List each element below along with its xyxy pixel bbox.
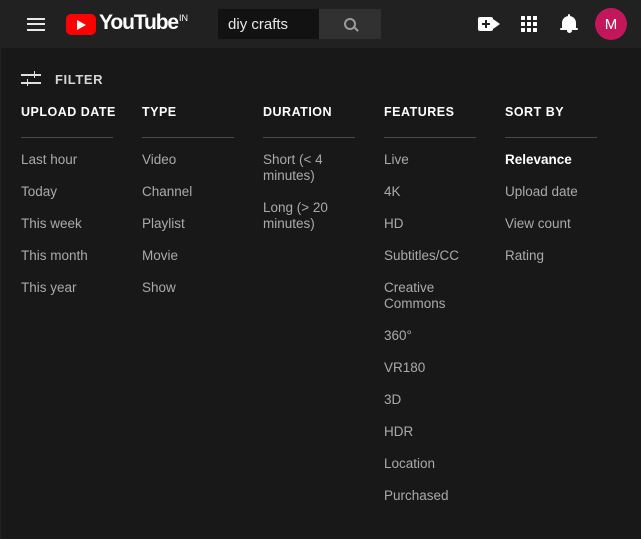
- filter-group-features: FEATURES Live 4K HD Subtitles/CC Creative Com…: [384, 104, 505, 520]
- filter-option-movie[interactable]: Movie: [142, 248, 234, 264]
- create-video-button[interactable]: [469, 4, 509, 44]
- filter-option-this-year[interactable]: This year: [21, 280, 113, 296]
- filter-group-duration: DURATION Short (< 4 minutes) Long (> 20 mi…: [263, 104, 384, 520]
- filter-option-short-4-minutes[interactable]: Short (< 4 minutes): [263, 152, 355, 184]
- search-form: diy crafts: [218, 9, 382, 39]
- filter-group-title: TYPE: [142, 105, 177, 119]
- youtube-country-code: IN: [179, 13, 189, 23]
- filter-option-rating[interactable]: Rating: [505, 248, 597, 264]
- bell-icon: [560, 14, 578, 34]
- masthead: YouTube IN diy crafts M: [0, 0, 641, 48]
- guide-menu-button[interactable]: [16, 4, 56, 44]
- filter-option-today[interactable]: Today: [21, 184, 113, 200]
- apps-grid-icon: [521, 16, 537, 32]
- filter-option-live[interactable]: Live: [384, 152, 476, 168]
- notifications-button[interactable]: [549, 4, 589, 44]
- filter-option-purchased[interactable]: Purchased: [384, 488, 476, 504]
- filter-group-divider: [384, 137, 476, 138]
- filter-toggle-label: FILTER: [55, 71, 104, 87]
- filter-option-creative-commons[interactable]: Creative Commons: [384, 280, 476, 312]
- filter-option-this-month[interactable]: This month: [21, 248, 113, 264]
- filter-option-4k[interactable]: 4K: [384, 184, 476, 200]
- filter-toggle-button[interactable]: FILTER: [1, 48, 121, 88]
- filter-option-long-20-minutes[interactable]: Long (> 20 minutes): [263, 200, 355, 232]
- filter-group-title: SORT BY: [505, 105, 565, 119]
- filter-group-sort-by: SORT BY Relevance Upload date View count Rat…: [505, 104, 626, 520]
- filter-group-divider: [505, 137, 597, 138]
- youtube-play-icon: [66, 14, 96, 35]
- filter-option-last-hour[interactable]: Last hour: [21, 152, 113, 168]
- filter-group-upload-date: UPLOAD DATE Last hour Today This week This m…: [21, 104, 142, 520]
- search-input[interactable]: diy crafts: [218, 9, 320, 39]
- search-filter-panel: FILTER UPLOAD DATE Last hour Today This wee…: [0, 48, 641, 539]
- avatar[interactable]: M: [595, 8, 627, 40]
- filter-group-divider: [142, 137, 234, 138]
- filter-option-hdr[interactable]: HDR: [384, 424, 476, 440]
- filter-option-subtitles-cc[interactable]: Subtitles/CC: [384, 248, 476, 264]
- search-input-value: diy crafts: [228, 15, 289, 33]
- youtube-wordmark: YouTube: [99, 11, 179, 34]
- search-submit-button[interactable]: [319, 9, 382, 39]
- filter-option-channel[interactable]: Channel: [142, 184, 234, 200]
- youtube-apps-button[interactable]: [509, 4, 549, 44]
- filter-group-title: DURATION: [263, 105, 333, 119]
- video-camera-plus-icon: [478, 17, 500, 31]
- filter-option-playlist[interactable]: Playlist: [142, 216, 234, 232]
- filter-group-divider: [21, 137, 113, 138]
- filter-option-upload-date[interactable]: Upload date: [505, 184, 597, 200]
- search-icon: [344, 18, 357, 30]
- filter-option-vr180[interactable]: VR180: [384, 360, 476, 376]
- filter-group-divider: [263, 137, 355, 138]
- filter-group-type: TYPE Video Channel Playlist Movie Show: [142, 104, 263, 520]
- filter-group-title: UPLOAD DATE: [21, 105, 116, 119]
- filter-group-title: FEATURES: [384, 105, 455, 119]
- filter-option-relevance[interactable]: Relevance: [505, 152, 597, 168]
- avatar-initial: M: [604, 15, 618, 33]
- youtube-logo[interactable]: YouTube IN: [66, 11, 188, 35]
- filter-option-360[interactable]: 360°: [384, 328, 476, 344]
- filter-option-show[interactable]: Show: [142, 280, 234, 296]
- filter-option-location[interactable]: Location: [384, 456, 476, 472]
- filter-tune-icon: [21, 70, 41, 88]
- filter-option-this-week[interactable]: This week: [21, 216, 113, 232]
- filter-option-3d[interactable]: 3D: [384, 392, 476, 408]
- filter-option-view-count[interactable]: View count: [505, 216, 597, 232]
- filter-option-hd[interactable]: HD: [384, 216, 476, 232]
- hamburger-menu-icon: [27, 17, 45, 31]
- filter-option-video[interactable]: Video: [142, 152, 234, 168]
- masthead-actions: M: [469, 4, 641, 44]
- filter-groups: UPLOAD DATE Last hour Today This week This m…: [1, 88, 641, 520]
